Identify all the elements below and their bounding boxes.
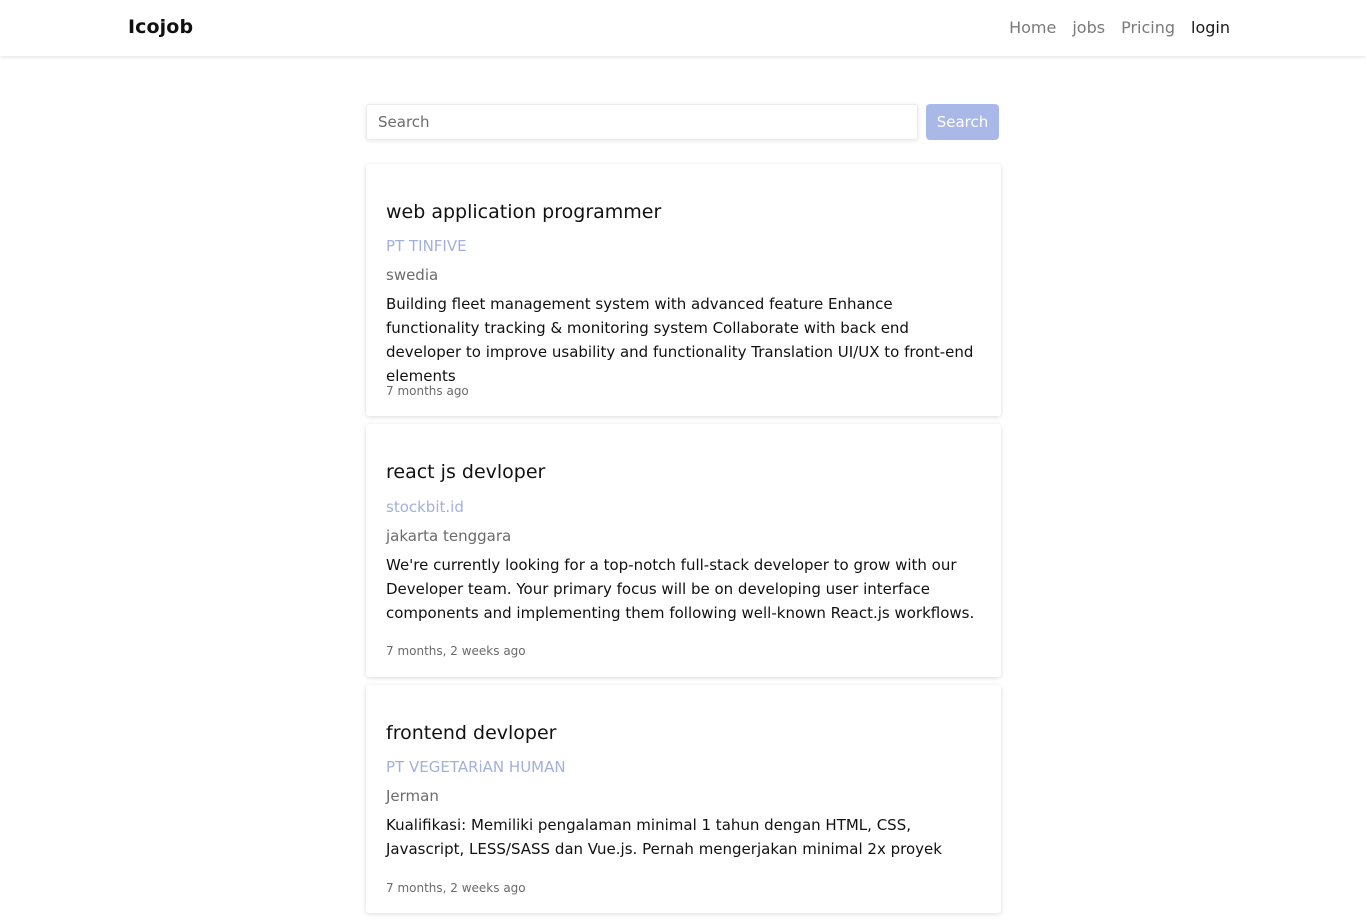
search-bar: Search <box>366 104 1001 140</box>
job-title[interactable]: frontend devloper <box>386 722 557 744</box>
job-location: Jerman <box>386 787 439 805</box>
job-company-link[interactable]: PT VEGETARiAN HUMAN <box>386 758 566 776</box>
nav-links: Home jobs Pricing login <box>1009 18 1230 37</box>
nav-link-jobs[interactable]: jobs <box>1072 18 1105 37</box>
job-location: swedia <box>386 266 439 284</box>
nav-link-home[interactable]: Home <box>1009 18 1056 37</box>
job-posted-time: 7 months, 2 weeks ago <box>386 644 526 658</box>
job-card[interactable]: react js devloper stockbit.id jakarta te… <box>366 424 1001 677</box>
nav-link-login[interactable]: login <box>1191 18 1230 37</box>
brand-logo[interactable]: Icojob <box>128 16 193 38</box>
job-posted-time: 7 months, 2 weeks ago <box>386 881 526 895</box>
job-title[interactable]: react js devloper <box>386 461 545 483</box>
navbar: Icojob Home jobs Pricing login <box>0 0 1366 56</box>
job-description: Building fleet management system with ad… <box>386 295 974 385</box>
job-company-link[interactable]: stockbit.id <box>386 498 464 516</box>
job-card[interactable]: web application programmer PT TINFIVE sw… <box>366 164 1001 416</box>
job-card[interactable]: frontend devloper PT VEGETARiAN HUMAN Je… <box>366 685 1001 913</box>
job-description: We're currently looking for a top-notch … <box>386 556 975 622</box>
job-posted-time: 7 months ago <box>386 384 469 398</box>
search-input[interactable] <box>366 104 918 140</box>
job-company-link[interactable]: PT TINFIVE <box>386 237 467 255</box>
job-location: jakarta tenggara <box>386 527 512 545</box>
search-button[interactable]: Search <box>926 104 999 140</box>
job-description: Kualifikasi: Memiliki pengalaman minimal… <box>386 816 942 858</box>
job-title[interactable]: web application programmer <box>386 201 661 223</box>
nav-link-pricing[interactable]: Pricing <box>1121 18 1175 37</box>
